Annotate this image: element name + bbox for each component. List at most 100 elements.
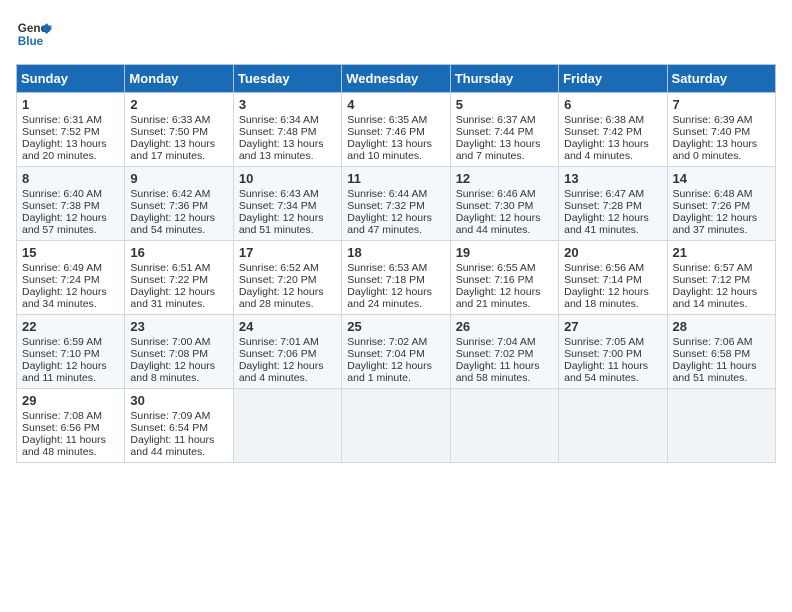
daylight-label: Daylight: 12 hours and 8 minutes. bbox=[130, 360, 215, 384]
daylight-label: Daylight: 11 hours and 54 minutes. bbox=[564, 360, 648, 384]
sunrise-label: Sunrise: 6:59 AM bbox=[22, 336, 102, 348]
calendar-cell: 14Sunrise: 6:48 AMSunset: 7:26 PMDayligh… bbox=[667, 167, 775, 241]
calendar-cell: 28Sunrise: 7:06 AMSunset: 6:58 PMDayligh… bbox=[667, 315, 775, 389]
day-number: 8 bbox=[22, 171, 119, 186]
logo: General Blue bbox=[16, 16, 52, 52]
sunset-label: Sunset: 7:48 PM bbox=[239, 126, 317, 138]
day-number: 9 bbox=[130, 171, 227, 186]
calendar-cell: 12Sunrise: 6:46 AMSunset: 7:30 PMDayligh… bbox=[450, 167, 558, 241]
day-header-wednesday: Wednesday bbox=[342, 65, 450, 93]
calendar-cell: 19Sunrise: 6:55 AMSunset: 7:16 PMDayligh… bbox=[450, 241, 558, 315]
calendar-cell bbox=[342, 389, 450, 463]
calendar-cell bbox=[559, 389, 667, 463]
day-number: 30 bbox=[130, 393, 227, 408]
day-number: 20 bbox=[564, 245, 661, 260]
sunset-label: Sunset: 7:28 PM bbox=[564, 200, 642, 212]
calendar-body: 1Sunrise: 6:31 AMSunset: 7:52 PMDaylight… bbox=[17, 93, 776, 463]
sunrise-label: Sunrise: 6:55 AM bbox=[456, 262, 536, 274]
calendar-cell: 24Sunrise: 7:01 AMSunset: 7:06 PMDayligh… bbox=[233, 315, 341, 389]
sunset-label: Sunset: 7:10 PM bbox=[22, 348, 100, 360]
sunset-label: Sunset: 7:12 PM bbox=[673, 274, 751, 286]
daylight-label: Daylight: 12 hours and 4 minutes. bbox=[239, 360, 324, 384]
sunset-label: Sunset: 6:56 PM bbox=[22, 422, 100, 434]
day-header-saturday: Saturday bbox=[667, 65, 775, 93]
daylight-label: Daylight: 12 hours and 54 minutes. bbox=[130, 212, 215, 236]
sunrise-label: Sunrise: 6:35 AM bbox=[347, 114, 427, 126]
sunset-label: Sunset: 7:02 PM bbox=[456, 348, 534, 360]
sunset-label: Sunset: 7:00 PM bbox=[564, 348, 642, 360]
sunrise-label: Sunrise: 6:44 AM bbox=[347, 188, 427, 200]
daylight-label: Daylight: 12 hours and 21 minutes. bbox=[456, 286, 541, 310]
sunrise-label: Sunrise: 6:47 AM bbox=[564, 188, 644, 200]
day-number: 4 bbox=[347, 97, 444, 112]
sunrise-label: Sunrise: 6:38 AM bbox=[564, 114, 644, 126]
day-number: 2 bbox=[130, 97, 227, 112]
day-number: 17 bbox=[239, 245, 336, 260]
calendar-cell: 6Sunrise: 6:38 AMSunset: 7:42 PMDaylight… bbox=[559, 93, 667, 167]
sunrise-label: Sunrise: 6:52 AM bbox=[239, 262, 319, 274]
day-header-friday: Friday bbox=[559, 65, 667, 93]
calendar-table: SundayMondayTuesdayWednesdayThursdayFrid… bbox=[16, 64, 776, 463]
sunrise-label: Sunrise: 6:53 AM bbox=[347, 262, 427, 274]
daylight-label: Daylight: 12 hours and 47 minutes. bbox=[347, 212, 432, 236]
calendar-cell bbox=[667, 389, 775, 463]
calendar-header: SundayMondayTuesdayWednesdayThursdayFrid… bbox=[17, 65, 776, 93]
day-number: 21 bbox=[673, 245, 770, 260]
sunrise-label: Sunrise: 7:09 AM bbox=[130, 410, 210, 422]
calendar-cell: 7Sunrise: 6:39 AMSunset: 7:40 PMDaylight… bbox=[667, 93, 775, 167]
day-number: 14 bbox=[673, 171, 770, 186]
calendar-cell: 20Sunrise: 6:56 AMSunset: 7:14 PMDayligh… bbox=[559, 241, 667, 315]
calendar-cell: 17 Sunrise: 6:52 AMSunset: 7:20 PMDayligh… bbox=[233, 241, 341, 315]
calendar-cell: 5Sunrise: 6:37 AMSunset: 7:44 PMDaylight… bbox=[450, 93, 558, 167]
daylight-label: Daylight: 12 hours and 1 minute. bbox=[347, 360, 432, 384]
daylight-label: Daylight: 13 hours and 10 minutes. bbox=[347, 138, 432, 162]
sunrise-label: Sunrise: 6:48 AM bbox=[673, 188, 753, 200]
daylight-label: Daylight: 12 hours and 28 minutes. bbox=[239, 286, 324, 310]
daylight-label: Daylight: 12 hours and 31 minutes. bbox=[130, 286, 215, 310]
daylight-label: Daylight: 13 hours and 17 minutes. bbox=[130, 138, 215, 162]
daylight-label: Daylight: 12 hours and 44 minutes. bbox=[456, 212, 541, 236]
sunrise-label: Sunrise: 6:51 AM bbox=[130, 262, 210, 274]
day-number: 5 bbox=[456, 97, 553, 112]
day-number: 10 bbox=[239, 171, 336, 186]
calendar-cell: 13Sunrise: 6:47 AMSunset: 7:28 PMDayligh… bbox=[559, 167, 667, 241]
sunset-label: Sunset: 7:32 PM bbox=[347, 200, 425, 212]
calendar-cell: 21Sunrise: 6:57 AMSunset: 7:12 PMDayligh… bbox=[667, 241, 775, 315]
daylight-label: Daylight: 13 hours and 4 minutes. bbox=[564, 138, 649, 162]
calendar-cell: 9Sunrise: 6:42 AMSunset: 7:36 PMDaylight… bbox=[125, 167, 233, 241]
sunset-label: Sunset: 7:38 PM bbox=[22, 200, 100, 212]
sunrise-label: Sunrise: 6:40 AM bbox=[22, 188, 102, 200]
sunset-label: Sunset: 7:06 PM bbox=[239, 348, 317, 360]
page-header: General Blue bbox=[16, 16, 776, 52]
daylight-label: Daylight: 11 hours and 44 minutes. bbox=[130, 434, 214, 458]
daylight-label: Daylight: 11 hours and 58 minutes. bbox=[456, 360, 540, 384]
sunrise-label: Sunrise: 6:34 AM bbox=[239, 114, 319, 126]
calendar-week-0: 1Sunrise: 6:31 AMSunset: 7:52 PMDaylight… bbox=[17, 93, 776, 167]
day-number: 28 bbox=[673, 319, 770, 334]
day-header-sunday: Sunday bbox=[17, 65, 125, 93]
day-number: 1 bbox=[22, 97, 119, 112]
sunset-label: Sunset: 7:40 PM bbox=[673, 126, 751, 138]
sunset-label: Sunset: 6:58 PM bbox=[673, 348, 751, 360]
calendar-cell: 2Sunrise: 6:33 AMSunset: 7:50 PMDaylight… bbox=[125, 93, 233, 167]
sunset-label: Sunset: 7:52 PM bbox=[22, 126, 100, 138]
calendar-cell: 29Sunrise: 7:08 AMSunset: 6:56 PMDayligh… bbox=[17, 389, 125, 463]
day-number: 26 bbox=[456, 319, 553, 334]
calendar-cell: 4Sunrise: 6:35 AMSunset: 7:46 PMDaylight… bbox=[342, 93, 450, 167]
calendar-cell: 26Sunrise: 7:04 AMSunset: 7:02 PMDayligh… bbox=[450, 315, 558, 389]
sunset-label: Sunset: 7:50 PM bbox=[130, 126, 208, 138]
daylight-label: Daylight: 11 hours and 51 minutes. bbox=[673, 360, 757, 384]
sunset-label: Sunset: 7:20 PM bbox=[239, 274, 317, 286]
svg-text:Blue: Blue bbox=[18, 35, 44, 48]
sunrise-label: Sunrise: 6:56 AM bbox=[564, 262, 644, 274]
daylight-label: Daylight: 12 hours and 37 minutes. bbox=[673, 212, 758, 236]
daylight-label: Daylight: 13 hours and 20 minutes. bbox=[22, 138, 107, 162]
daylight-label: Daylight: 11 hours and 48 minutes. bbox=[22, 434, 106, 458]
calendar-week-2: 15Sunrise: 6:49 AMSunset: 7:24 PMDayligh… bbox=[17, 241, 776, 315]
sunset-label: Sunset: 7:08 PM bbox=[130, 348, 208, 360]
day-number: 22 bbox=[22, 319, 119, 334]
calendar-cell: 8Sunrise: 6:40 AMSunset: 7:38 PMDaylight… bbox=[17, 167, 125, 241]
day-number: 11 bbox=[347, 171, 444, 186]
daylight-label: Daylight: 13 hours and 0 minutes. bbox=[673, 138, 758, 162]
sunrise-label: Sunrise: 6:46 AM bbox=[456, 188, 536, 200]
